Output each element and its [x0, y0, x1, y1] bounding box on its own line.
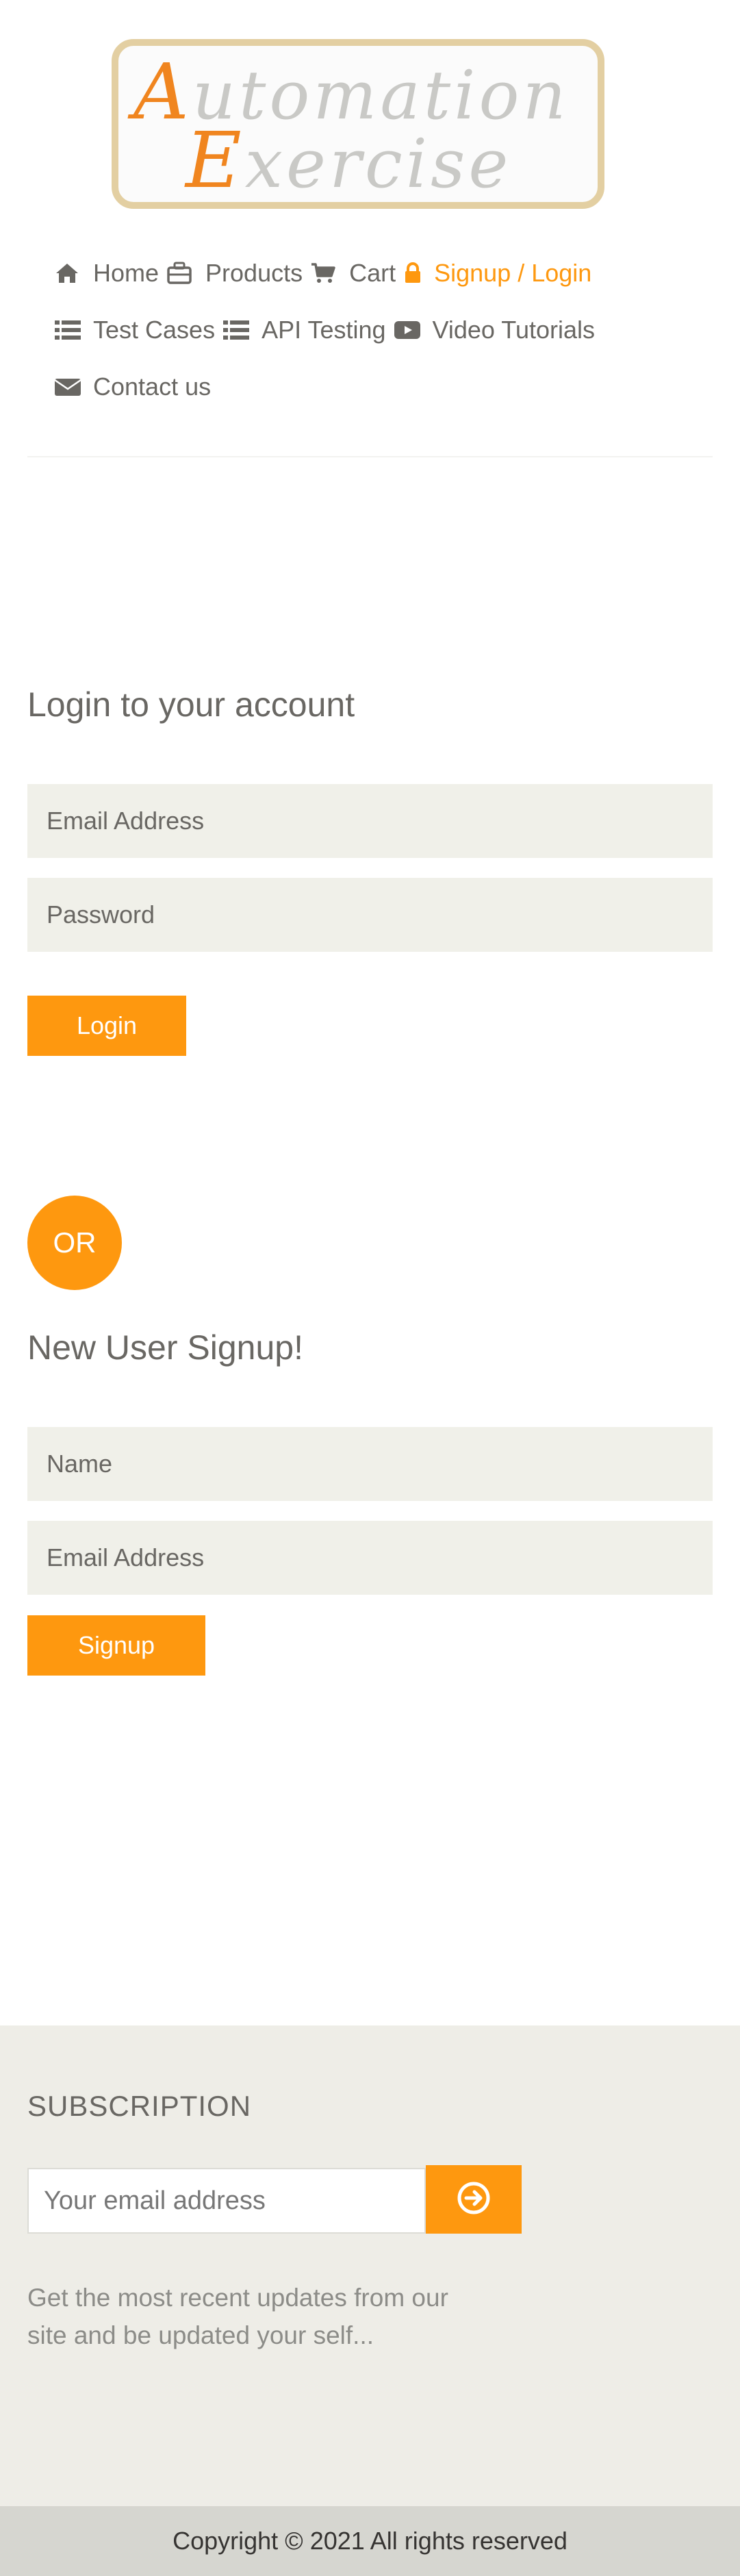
site-logo[interactable]: Automation Exercise [112, 39, 604, 209]
arrow-circle-right-icon [457, 2181, 491, 2219]
signup-title: New User Signup! [27, 1328, 303, 1367]
nav-contact-us[interactable]: Contact us [55, 372, 211, 401]
signup-button[interactable]: Signup [27, 1615, 205, 1676]
signup-email-input[interactable]: Email Address [27, 1521, 713, 1595]
cart-icon [311, 261, 338, 286]
home-icon [55, 261, 82, 286]
or-badge: OR [27, 1196, 122, 1290]
header-divider [27, 456, 713, 457]
login-email-input[interactable]: Email Address [27, 784, 713, 858]
lock-icon [404, 261, 424, 286]
subscription-title: SUBSCRIPTION [27, 2090, 252, 2122]
subscribe-email-input[interactable]: Your email address [27, 2168, 426, 2234]
list-icon [223, 318, 251, 342]
nav-cart[interactable]: Cart [311, 259, 396, 288]
youtube-play-icon [394, 318, 422, 342]
main-nav-row-1: Home Products Cart Signup / Login [55, 259, 600, 288]
envelope-icon [55, 375, 82, 399]
subscribe-button[interactable] [426, 2165, 522, 2234]
nav-test-cases[interactable]: Test Cases [55, 316, 215, 344]
copyright-bar: Copyright © 2021 All rights reserved [0, 2506, 740, 2576]
nav-video-tutorials[interactable]: Video Tutorials [394, 316, 595, 344]
nav-api-testing[interactable]: API Testing [223, 316, 386, 344]
subscription-description: Get the most recent updates from our sit… [27, 2284, 448, 2349]
main-nav-row-3: Contact us [55, 372, 219, 401]
nav-products[interactable]: Products [167, 259, 303, 288]
signup-name-input[interactable]: Name [27, 1427, 713, 1501]
nav-signup-login[interactable]: Signup / Login [404, 259, 591, 288]
login-password-input[interactable]: Password [27, 878, 713, 952]
login-title: Login to your account [27, 685, 355, 724]
list-icon [55, 318, 82, 342]
copyright-text: Copyright © 2021 All rights reserved [173, 2527, 567, 2555]
nav-home[interactable]: Home [55, 259, 159, 288]
briefcase-icon [167, 261, 194, 286]
main-nav-row-2: Test Cases API Testing Video Tutorials [55, 316, 603, 344]
login-button[interactable]: Login [27, 996, 186, 1056]
